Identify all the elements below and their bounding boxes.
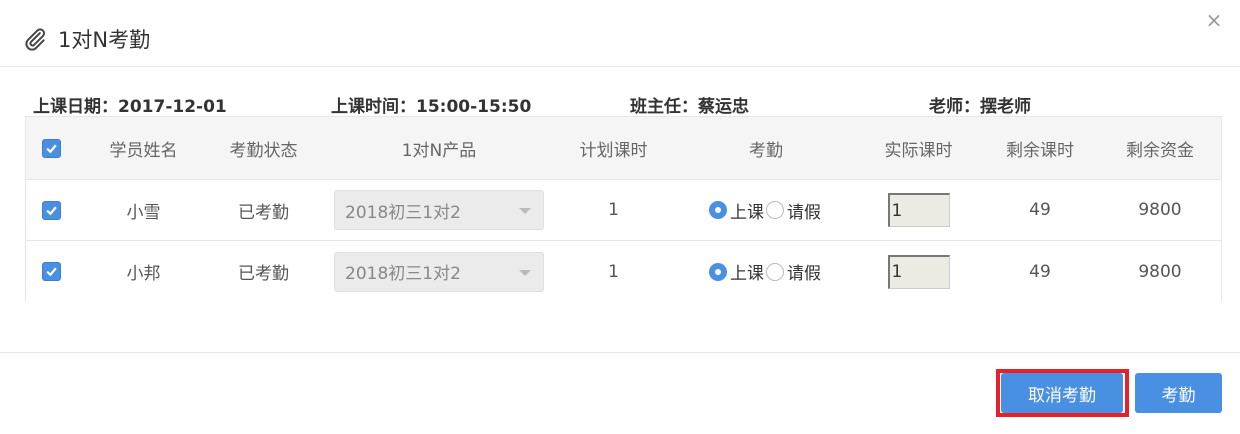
lesson-time: 上课时间：15:00-15:50 <box>331 97 532 117</box>
product-select-value: 2018初三1对2 <box>345 202 461 223</box>
confirm-attendance-button[interactable]: 考勤 <box>1135 373 1222 413</box>
col-name: 学员姓名 <box>109 140 178 161</box>
row-checkbox[interactable] <box>41 262 61 281</box>
attend-label: 上课 <box>730 202 764 223</box>
actual-hours-input[interactable] <box>887 193 950 227</box>
leave-label: 请假 <box>787 264 821 284</box>
leave-radio[interactable] <box>766 262 784 281</box>
attendance-status: 已考勤 <box>238 202 289 223</box>
row-checkbox[interactable] <box>41 200 61 220</box>
lesson-date: 上课日期：2017-12-01 <box>33 97 227 117</box>
table-header: 学员姓名 考勤状态 1对N产品 计划课时 考勤 实际课时 剩余课时 剩余资金 <box>26 117 1221 180</box>
planned-hours: 1 <box>608 261 619 282</box>
student-name: 小雪 <box>126 202 161 223</box>
col-actual-hours: 实际课时 <box>884 140 953 161</box>
attendance-radio-group: 上课 请假 <box>709 259 823 284</box>
attendance-table: 学员姓名 考勤状态 1对N产品 计划课时 考勤 实际课时 剩余课时 剩余资金 小… <box>25 116 1222 302</box>
select-all-checkbox[interactable] <box>41 138 61 158</box>
col-product: 1对N产品 <box>401 140 477 161</box>
product-select[interactable]: 2018初三1对2 <box>334 251 544 292</box>
planned-hours: 1 <box>608 200 619 220</box>
attendance-radio-group: 上课 请假 <box>709 198 823 223</box>
product-select-value: 2018初三1对2 <box>345 264 461 284</box>
head-teacher: 班主任：蔡运忠 <box>630 97 749 117</box>
table-row: 小雪 已考勤 2018初三1对2 1 上课 请假 49 <box>26 180 1221 241</box>
cancel-attendance-button[interactable]: 取消考勤 <box>1001 373 1123 413</box>
footer-divider <box>0 352 1240 353</box>
chevron-down-icon <box>519 269 531 276</box>
student-name: 小邦 <box>126 264 161 284</box>
leave-radio[interactable] <box>766 201 784 219</box>
table-row: 小邦 已考勤 2018初三1对2 1 上课 请假 49 <box>26 241 1221 302</box>
col-attendance: 考勤 <box>749 140 783 161</box>
close-icon[interactable]: × <box>1204 10 1224 30</box>
col-remaining-hours: 剩余课时 <box>1006 140 1074 161</box>
actual-hours-input[interactable] <box>887 254 950 289</box>
col-status: 考勤状态 <box>229 140 298 161</box>
check-icon <box>45 267 57 277</box>
col-remaining-funds: 剩余资金 <box>1126 140 1194 161</box>
attendance-dialog: 1对N考勤 × 上课日期：2017-12-01 上课时间：15:00-15:50… <box>0 0 1240 434</box>
remaining-funds: 9800 <box>1138 200 1182 220</box>
remaining-hours: 49 <box>1029 200 1051 220</box>
teacher: 老师：摆老师 <box>929 97 1031 117</box>
remaining-hours: 49 <box>1029 261 1051 282</box>
attendance-status: 已考勤 <box>238 264 289 284</box>
paperclip-icon <box>25 28 46 51</box>
attend-radio[interactable] <box>709 201 727 219</box>
leave-label: 请假 <box>787 202 821 223</box>
check-icon <box>45 206 57 215</box>
remaining-funds: 9800 <box>1138 261 1182 282</box>
product-select[interactable]: 2018初三1对2 <box>334 190 544 230</box>
attend-radio[interactable] <box>709 262 727 281</box>
dialog-title: 1对N考勤 <box>58 28 151 52</box>
lesson-info: 上课日期：2017-12-01 上课时间：15:00-15:50 班主任：蔡运忠… <box>0 92 1240 117</box>
col-planned-hours: 计划课时 <box>579 140 648 161</box>
dialog-header: 1对N考勤 × <box>0 0 1240 67</box>
check-icon <box>45 144 57 153</box>
chevron-down-icon <box>519 208 531 214</box>
attend-label: 上课 <box>730 264 764 284</box>
